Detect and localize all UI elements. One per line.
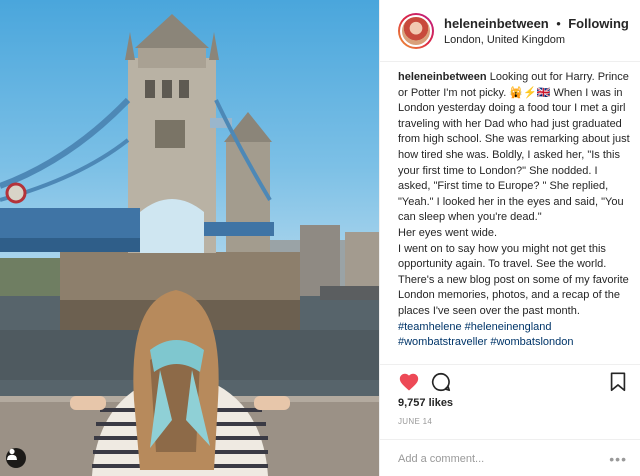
location-link[interactable]: London, United Kingdom: [444, 34, 629, 48]
hashtag[interactable]: #wombatstraveller: [398, 336, 487, 348]
speech-bubble-icon: [431, 372, 451, 392]
post-date: JUNE 14: [398, 417, 433, 426]
hashtag[interactable]: #wombatslondon: [490, 336, 573, 348]
more-options-button[interactable]: •••: [609, 451, 627, 467]
hashtag-line: #teamhelene #heleneinengland #wombatstra…: [398, 320, 630, 351]
bookmark-icon: [610, 372, 626, 392]
save-button[interactable]: [607, 371, 629, 393]
avatar[interactable]: [398, 12, 434, 49]
separator-dot: •: [556, 15, 561, 31]
username-link[interactable]: heleneinbetween: [444, 16, 549, 31]
likes-count[interactable]: 9,757 likes: [398, 397, 453, 409]
post-photo[interactable]: [0, 0, 379, 476]
hashtag[interactable]: #heleneinengland: [465, 321, 552, 333]
action-bar: 9,757 likes JUNE 14 •••: [380, 364, 640, 470]
post-side-panel: heleneinbetween • Following London, Unit…: [379, 0, 640, 476]
comment-button[interactable]: [430, 371, 452, 393]
comment-input[interactable]: [398, 452, 610, 465]
hashtag[interactable]: #teamhelene: [398, 321, 462, 333]
caption-paragraph: heleneinbetween Looking out for Harry. P…: [398, 70, 630, 226]
heart-icon: [399, 373, 419, 391]
caption: heleneinbetween Looking out for Harry. P…: [398, 70, 630, 364]
post-header: heleneinbetween • Following London, Unit…: [380, 0, 640, 62]
person-icon: [7, 448, 17, 460]
comment-box: •••: [380, 439, 640, 476]
caption-text: Looking out for Harry. Prince or Potter …: [398, 71, 630, 224]
like-button[interactable]: [398, 371, 420, 393]
caption-line: Her eyes went wide.: [398, 226, 498, 239]
tower-bridge-illustration: [0, 14, 379, 476]
caption-username[interactable]: heleneinbetween: [398, 71, 487, 83]
user-tag-icon[interactable]: [6, 448, 26, 468]
caption-line: I went on to say how you might not get t…: [398, 242, 629, 317]
following-button[interactable]: Following: [568, 16, 629, 31]
